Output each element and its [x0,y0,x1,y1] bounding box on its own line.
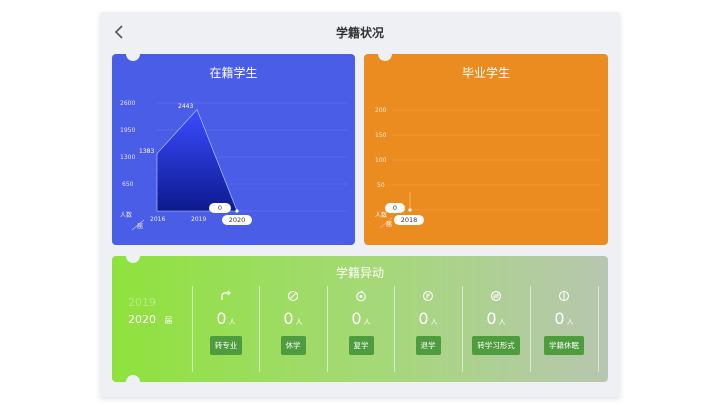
data-point-2018[interactable] [408,208,412,212]
y-tick: 50 [377,182,385,189]
app-window: 学籍状况 在籍学生 2600 1950 1300 650 人数 届 2016 2… [100,12,620,397]
status-changes-card: 学籍异动 2019 2020 届 0人 转专业 0人 休学 0 人 复学 0 人… [112,256,608,382]
resume-icon [355,287,367,302]
y-tick: 1950 [120,127,136,134]
page-title: 学籍状况 [335,26,384,40]
pause-slash-icon [287,287,299,302]
data-label: 2443 [178,103,194,110]
axis-corner-label-top: 人数 [120,212,133,219]
status-changes-title: 学籍异动 [335,266,384,280]
transfer-mode-icon [490,287,502,302]
x-tick: 2016 [150,216,166,223]
change-item-resume: 0人 复学 [328,284,394,378]
y-tick: 200 [375,107,387,114]
value-tooltip: 0 [209,203,231,213]
axis-corner-label-bottom: 届 [386,221,393,228]
change-item-transfer-mode: 0人 转学习形式 [463,284,529,378]
y-tick: 150 [375,132,387,139]
sleep-info-icon [558,287,570,302]
selected-year-pill[interactable]: 2018 [394,215,424,225]
y-tick: 100 [375,157,387,164]
transfer-major-button[interactable]: 转专业 [209,336,243,355]
transfer-mode-button[interactable]: 转学习形式 [472,336,520,355]
resume-button[interactable]: 复学 [348,336,374,355]
dormant-button[interactable]: 学籍休眠 [544,336,584,355]
change-item-dormant: 0人 学籍休眠 [531,284,597,378]
redo-arrow-icon [220,287,232,300]
withdraw-button[interactable]: 退学 [415,336,441,355]
selected-year-pill[interactable]: 2020 [222,215,252,225]
y-tick: 1300 [120,154,136,161]
change-item-suspension: 0人 休学 [260,284,326,378]
change-count: 0人 [283,309,303,328]
graduated-students-card: 毕业学生 200 150 100 50 人数 届 0 2018 [364,54,608,245]
axis-corner-label-top: 人数 [375,212,388,219]
gridlines [392,109,600,211]
change-count: 0人 [351,309,371,328]
year-option-2019[interactable]: 2019 [128,296,156,309]
change-count: 0人 [486,309,506,328]
exit-icon [422,287,434,302]
change-count: 0人 [216,309,236,328]
change-item-transfer-major: 0人 转专业 [193,284,259,378]
value-tooltip: 0 [385,203,405,213]
change-item-withdraw: 0人 退学 [395,284,461,378]
change-count: 0人 [554,309,574,328]
y-tick: 650 [122,181,134,188]
year-current: 2020 [128,313,156,326]
card-notch [126,375,140,382]
axis-corner-label-bottom: 届 [137,223,144,230]
card-notch [126,256,140,263]
divider [598,286,599,372]
year-suffix: 届 [164,316,173,325]
data-point-2020[interactable] [235,209,239,213]
y-tick: 2600 [120,100,136,107]
data-label: 1383 [139,148,155,155]
enrollment-area [156,108,238,212]
x-tick: 2019 [191,216,207,223]
suspension-button[interactable]: 休学 [280,336,306,355]
change-count: 0人 [418,309,438,328]
year-option-2020[interactable]: 2020 届 [128,313,173,326]
header: 学籍状况 [100,12,620,52]
current-students-card: 在籍学生 2600 1950 1300 650 人数 届 2016 2019 1… [112,54,355,245]
